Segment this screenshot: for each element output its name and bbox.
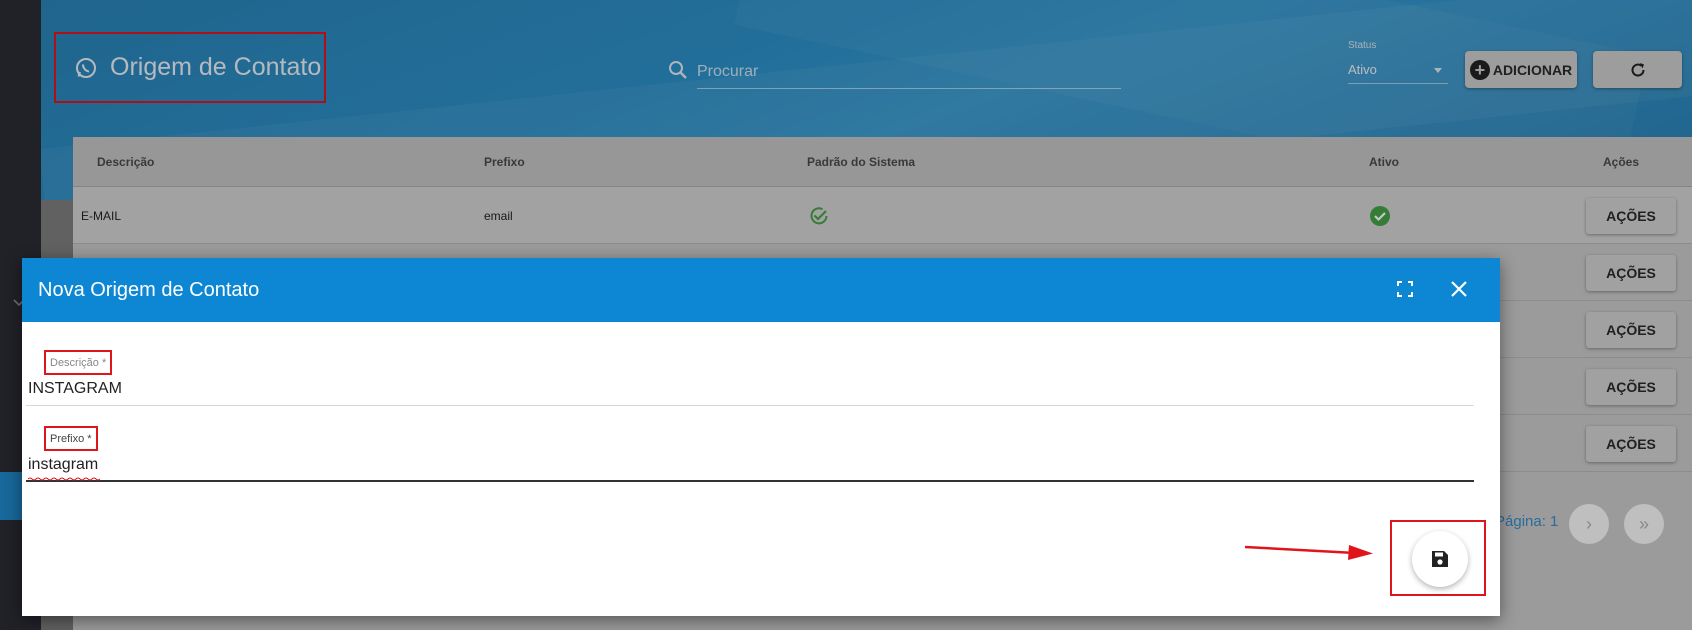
save-icon bbox=[1432, 551, 1448, 567]
double-chevron-right-icon: » bbox=[1638, 513, 1649, 534]
save-button[interactable] bbox=[1412, 531, 1468, 587]
description-input[interactable]: INSTAGRAM bbox=[26, 380, 1474, 406]
prefix-input-value: instagram bbox=[28, 456, 99, 473]
prefix-input[interactable]: instagram bbox=[26, 456, 1474, 482]
maximize-icon[interactable] bbox=[1397, 281, 1413, 297]
dialog-title: Nova Origem de Contato bbox=[38, 279, 260, 301]
new-contact-origin-dialog: Nova Origem de Contato bbox=[22, 258, 1500, 616]
description-label: Descrição * bbox=[44, 350, 113, 375]
pagination-label: Página: 1 bbox=[1495, 513, 1559, 530]
last-page-button[interactable]: » bbox=[1624, 504, 1664, 544]
close-icon[interactable] bbox=[1450, 280, 1468, 298]
spellcheck-underline bbox=[28, 477, 100, 481]
next-page-button[interactable]: › bbox=[1569, 504, 1609, 544]
annotation-arrow bbox=[1245, 545, 1373, 560]
prefix-label: Prefixo * bbox=[44, 426, 98, 451]
dialog-header: Nova Origem de Contato bbox=[22, 258, 1500, 322]
chevron-right-icon: › bbox=[1586, 513, 1592, 534]
